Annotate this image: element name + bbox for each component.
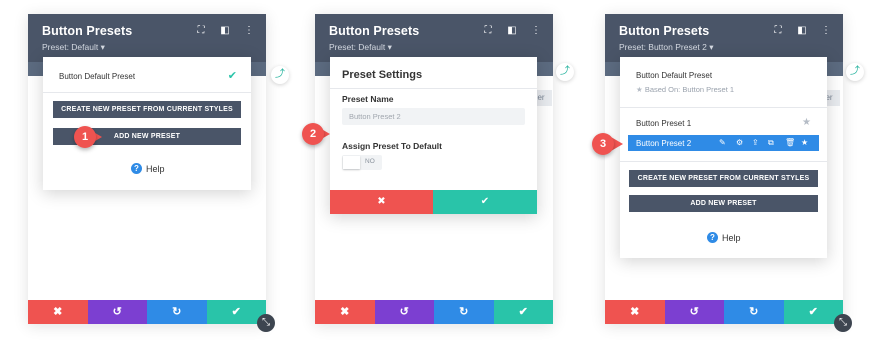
divider [43,92,251,93]
panel-header: Button Presets Preset: Default ▾ ⛶ ◧ ⋮ [315,14,553,62]
undo-button[interactable]: ↺ [664,300,724,324]
check-icon: ✔ [227,70,237,82]
star-icon[interactable]: ★ [802,117,811,128]
side-toggle-icon[interactable]: ⤴ [556,63,574,81]
split-view-icon[interactable]: ◧ [797,26,807,36]
redo-button[interactable]: ↻ [724,300,784,324]
header-icons: ⛶ ◧ ⋮ [483,26,542,36]
divider [620,161,827,162]
presets-menu-1: Button Default Preset ✔ CREATE NEW PRESE… [43,57,251,190]
undo-button[interactable]: ↺ [87,300,147,324]
discard-button[interactable]: ✖ [315,300,375,324]
help-icon: ? [131,163,142,174]
panel-footer: ✖ ↺ ↻ ✔ [28,300,266,324]
resize-handle-icon[interactable]: ⤡ [257,314,275,332]
help-label: Help [146,163,165,174]
preset-2-label: Button Preset 2 [636,138,692,148]
default-preset-item[interactable]: Button Default Preset [59,72,135,81]
default-preset-item[interactable]: Button Default Preset [636,71,712,80]
delete-icon[interactable]: 🗑 [785,138,795,147]
settings-icon[interactable]: ⚙ [736,138,743,147]
help-label: Help [722,232,741,243]
more-options-icon[interactable]: ⋮ [531,26,541,36]
fullscreen-icon[interactable]: ⛶ [773,26,783,36]
preset-1-item[interactable]: Button Preset 1 [636,119,691,128]
panel-header: Button Presets Preset: Button Preset 2 ▾… [605,14,843,62]
redo-button[interactable]: ↻ [147,300,207,324]
help-link[interactable]: ? Help [707,232,741,243]
split-view-icon[interactable]: ◧ [220,26,230,36]
header-icons: ⛶ ◧ ⋮ [773,26,832,36]
divider [330,88,537,89]
preset-dropdown[interactable]: Preset: Button Preset 2 ▾ [619,42,829,53]
step-badge: 3 [592,133,614,155]
step-badge: 2 [302,123,324,145]
based-on-label: Based On: Button Preset 1 [644,85,735,94]
preset-dropdown[interactable]: Preset: Default ▾ [329,42,539,53]
create-preset-button[interactable]: CREATE NEW PRESET FROM CURRENT STYLES [629,170,818,187]
help-icon: ? [707,232,718,243]
create-preset-button[interactable]: CREATE NEW PRESET FROM CURRENT STYLES [53,101,241,118]
panel-header: Button Presets Preset: Default ▾ ⛶ ◧ ⋮ [28,14,266,62]
preset-name-input[interactable]: Button Preset 2 [342,108,525,125]
duplicate-icon[interactable]: ⧉ [768,138,774,148]
preset-settings-modal: Preset Settings Preset Name Button Prese… [330,57,537,214]
confirm-button[interactable]: ✔ [433,190,537,214]
split-view-icon[interactable]: ◧ [507,26,517,36]
preset-2-item[interactable]: Button Preset 2 ✎ ⚙ ⇪ ⧉ 🗑 ★ [628,135,819,151]
star-icon: ★ [636,85,643,94]
fullscreen-icon[interactable]: ⛶ [483,26,493,36]
export-icon[interactable]: ⇪ [752,138,759,147]
help-link[interactable]: ? Help [131,163,165,174]
add-new-preset-button[interactable]: ADD NEW PRESET [629,195,818,212]
star-icon[interactable]: ★ [801,138,808,147]
step-badge: 1 [74,126,96,148]
toggle-knob [343,156,360,169]
presets-menu-3: Button Default Preset ★ Based On: Button… [620,57,827,258]
based-on-row: ★ Based On: Button Preset 1 [636,85,734,94]
resize-handle-icon[interactable]: ⤡ [834,314,852,332]
toggle-value: NO [365,158,375,165]
panel-footer: ✖ ↺ ↻ ✔ [315,300,553,324]
preset-name-placeholder: Button Preset 2 [349,112,401,121]
preset-dropdown[interactable]: Preset: Default ▾ [42,42,252,53]
discard-button[interactable]: ✖ [605,300,665,324]
preset-name-label: Preset Name [342,94,394,104]
settings-heading: Preset Settings [342,69,423,81]
fullscreen-icon[interactable]: ⛶ [196,26,206,36]
edit-icon[interactable]: ✎ [719,138,726,147]
undo-button[interactable]: ↺ [374,300,434,324]
assign-default-label: Assign Preset To Default [342,141,442,151]
redo-button[interactable]: ↻ [434,300,494,324]
divider [620,107,827,108]
cancel-button[interactable]: ✖ [330,190,433,214]
more-options-icon[interactable]: ⋮ [244,26,254,36]
save-button[interactable]: ✔ [493,300,553,324]
panel-footer: ✖ ↺ ↻ ✔ [605,300,843,324]
header-icons: ⛶ ◧ ⋮ [196,26,255,36]
assign-default-toggle[interactable]: NO [342,155,382,170]
side-toggle-icon[interactable]: ⤴ [846,63,864,81]
more-options-icon[interactable]: ⋮ [821,26,831,36]
discard-button[interactable]: ✖ [28,300,88,324]
side-toggle-icon[interactable]: ⤴ [271,66,289,84]
